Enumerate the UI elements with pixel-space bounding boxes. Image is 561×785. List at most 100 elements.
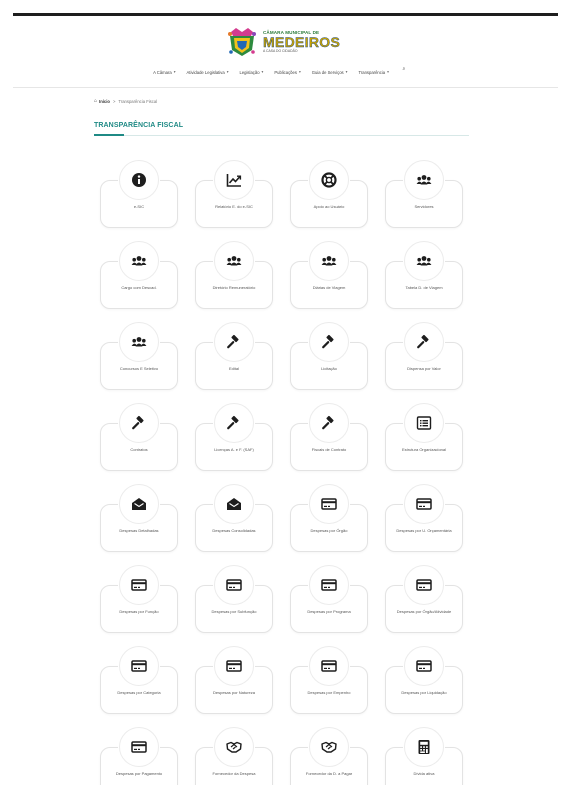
card-label: Concursos E Seletivo: [119, 366, 159, 371]
card-fornecedor-da-d-a-pagar[interactable]: Fornecedor da D. a Pagar: [290, 727, 368, 785]
card-despesas-detalhadas[interactable]: Despesas Detalhadas: [100, 484, 178, 552]
card-tabela-d-de-viagem[interactable]: Tabela D. de Viagem: [385, 241, 463, 309]
gavel-icon: [417, 334, 429, 349]
card-estrutura-organizacional[interactable]: Estrutura Organizacional: [385, 403, 463, 471]
card-label: Licitação: [321, 366, 337, 371]
card-servidores[interactable]: Servidores: [385, 160, 463, 228]
icon-circle: [309, 646, 349, 686]
chart-line-icon: [226, 174, 242, 187]
card-label: Despesas por Órgão: [310, 528, 348, 533]
icon-circle: [119, 646, 159, 686]
credit-card-icon: [131, 741, 147, 753]
card-fornecedor-da-despesa[interactable]: Fornecedor da Despesa: [195, 727, 273, 785]
site-logo[interactable]: CÂMARA MUNICIPAL DE MEDEIROS A CASA DO C…: [227, 25, 341, 59]
gavel-icon: [322, 334, 334, 349]
nav-item-guia-de-servicos[interactable]: Guia de Serviços ▾: [312, 66, 348, 78]
icon-circle: [309, 160, 349, 200]
card-contratos[interactable]: Contratos: [100, 403, 178, 471]
card-label: Contratos: [130, 447, 148, 452]
card-diarias-de-viagem[interactable]: Diárias de Viagem: [290, 241, 368, 309]
card-label: Despesas por Empenho: [307, 690, 351, 695]
nav-item-a-camara[interactable]: A Câmara ▾: [153, 66, 175, 78]
credit-card-icon: [226, 660, 242, 672]
users-icon: [226, 256, 242, 266]
card-label: Relatório E. do e-SIC: [215, 204, 253, 209]
logo-name: MEDEIROS: [263, 34, 341, 51]
card-despesas-por-empenho[interactable]: Despesas por Empenho: [290, 646, 368, 714]
nav-item-publicacoes[interactable]: Publicações ▾: [274, 66, 300, 78]
icon-circle: [214, 565, 254, 605]
card-label: Edital: [228, 366, 239, 371]
search-icon[interactable]: ⌕: [400, 66, 408, 78]
card-diretorio-remuneratorio[interactable]: Diretório Remuneratório: [195, 241, 273, 309]
card-concursos-e-seletivo[interactable]: Concursos E Seletivo: [100, 322, 178, 390]
card-despesas-por-programa[interactable]: Despesas por Programa: [290, 565, 368, 633]
chevron-down-icon: ▾: [387, 70, 389, 74]
icon-circle: [404, 565, 444, 605]
card-despesas-por-u-orcamentaria[interactable]: Despesas por U. Orçamentária: [385, 484, 463, 552]
card-label: Despesas por Subfunção: [211, 609, 257, 614]
card-divida-ativa[interactable]: Dívida ativa: [385, 727, 463, 785]
nav-item-legislacao[interactable]: Legislação ▾: [240, 66, 264, 78]
card-relatorio-e-do-e-sic[interactable]: Relatório E. do e-SIC: [195, 160, 273, 228]
card-label: Diárias de Viagem: [312, 285, 346, 290]
handshake-icon: [226, 741, 242, 753]
card-label: Despesas por Pagamento: [115, 771, 163, 776]
card-label: Despesas por U. Orçamentária: [396, 528, 452, 533]
card-despesas-por-subfuncao[interactable]: Despesas por Subfunção: [195, 565, 273, 633]
icon-circle: [214, 646, 254, 686]
icon-circle: [119, 403, 159, 443]
icon-circle: [214, 484, 254, 524]
credit-card-icon: [131, 579, 147, 591]
card-label: Fornecedor da Despesa: [212, 771, 256, 776]
card-label: Fiscais de Contrato: [311, 447, 347, 452]
top-bar: [13, 13, 558, 16]
users-icon: [416, 175, 432, 185]
breadcrumb: ⌂ Início > Transparência Fiscal: [94, 98, 157, 104]
credit-card-icon: [226, 579, 242, 591]
home-icon: ⌂: [94, 98, 98, 104]
card-label: Fornecedor da D. a Pagar: [305, 771, 353, 776]
card-label: Despesas por Função: [119, 609, 159, 614]
card-licencas-a-e-f-saf[interactable]: Licenças A. e F. (SAF): [195, 403, 273, 471]
icon-circle: [404, 646, 444, 686]
icon-circle: [214, 727, 254, 767]
nav-item-transparencia[interactable]: Transparência ▾: [358, 66, 388, 78]
card-e-sic[interactable]: e-SIC: [100, 160, 178, 228]
card-despesas-por-categoria[interactable]: Despesas por Categoria: [100, 646, 178, 714]
icon-circle: [119, 160, 159, 200]
card-despesas-por-funcao[interactable]: Despesas por Função: [100, 565, 178, 633]
card-despesas-por-orgao-atividade[interactable]: Despesas por Órgão/Atividade: [385, 565, 463, 633]
card-despesas-consolidadas[interactable]: Despesas Consolidadas: [195, 484, 273, 552]
breadcrumb-home[interactable]: ⌂ Início: [94, 98, 110, 104]
icon-circle: [404, 403, 444, 443]
users-icon: [416, 256, 432, 266]
card-label: Dispensa por Valor: [407, 366, 441, 371]
icon-circle: [214, 160, 254, 200]
card-apoio-ao-usuario[interactable]: Apoio ao Usuário: [290, 160, 368, 228]
card-licitacao[interactable]: Licitação: [290, 322, 368, 390]
card-fiscais-de-contrato[interactable]: Fiscais de Contrato: [290, 403, 368, 471]
nav-item-atividade-legislativa[interactable]: Atividade Legislativa ▾: [187, 66, 229, 78]
gavel-icon: [227, 415, 239, 430]
page-title: TRANSPARÊNCIA FISCAL: [94, 122, 184, 129]
icon-circle: [309, 322, 349, 362]
card-label: Cargo com Descad.: [121, 285, 157, 290]
card-despesas-por-orgao[interactable]: Despesas por Órgão: [290, 484, 368, 552]
card-edital[interactable]: Edital: [195, 322, 273, 390]
title-underline: [94, 135, 469, 136]
card-label: Dívida ativa: [413, 771, 435, 776]
icon-circle: [309, 403, 349, 443]
card-despesas-por-pagamento[interactable]: Despesas por Pagamento: [100, 727, 178, 785]
icon-circle: [309, 241, 349, 281]
envelope-open-icon: [227, 498, 241, 510]
card-cargo-com-descad[interactable]: Cargo com Descad.: [100, 241, 178, 309]
card-label: Diretório Remuneratório: [212, 285, 256, 290]
icon-circle: [404, 241, 444, 281]
icon-circle: [119, 322, 159, 362]
gavel-icon: [132, 415, 144, 430]
users-icon: [321, 256, 337, 266]
card-despesas-por-natureza[interactable]: Despesas por Natureza: [195, 646, 273, 714]
card-despesas-por-liquidacao[interactable]: Despesas por Liquidação: [385, 646, 463, 714]
card-dispensa-por-valor[interactable]: Dispensa por Valor: [385, 322, 463, 390]
